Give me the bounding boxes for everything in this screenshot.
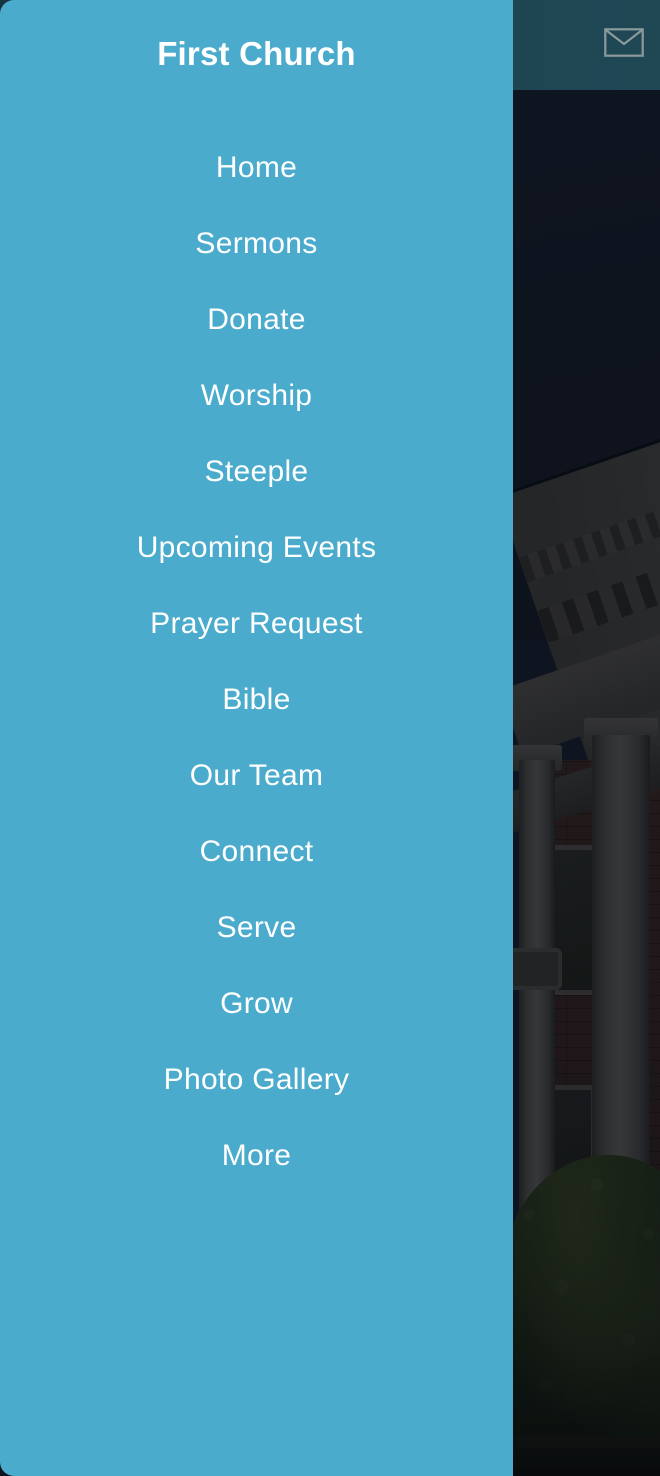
menu-item-our-team[interactable]: Our Team [0, 738, 513, 814]
menu-item-home[interactable]: Home [0, 130, 513, 206]
mail-button[interactable] [601, 22, 647, 62]
menu-item-grow[interactable]: Grow [0, 966, 513, 1042]
menu-item-more[interactable]: More [0, 1118, 513, 1194]
menu-title: First Church [157, 35, 356, 72]
menu-item-sermons[interactable]: Sermons [0, 206, 513, 282]
menu-list: Home Sermons Donate Worship Steeple Upco… [0, 130, 513, 1194]
menu-item-worship[interactable]: Worship [0, 358, 513, 434]
menu-item-serve[interactable]: Serve [0, 890, 513, 966]
menu-item-prayer-request[interactable]: Prayer Request [0, 586, 513, 662]
menu-item-donate[interactable]: Donate [0, 282, 513, 358]
envelope-icon [604, 27, 644, 57]
menu-item-upcoming-events[interactable]: Upcoming Events [0, 510, 513, 586]
menu-item-bible[interactable]: Bible [0, 662, 513, 738]
menu-item-photo-gallery[interactable]: Photo Gallery [0, 1042, 513, 1118]
app-root: First Church Home Sermons Donate Worship… [0, 0, 660, 1476]
menu-item-steeple[interactable]: Steeple [0, 434, 513, 510]
menu-item-connect[interactable]: Connect [0, 814, 513, 890]
slideout-menu-panel: First Church Home Sermons Donate Worship… [0, 0, 513, 1476]
